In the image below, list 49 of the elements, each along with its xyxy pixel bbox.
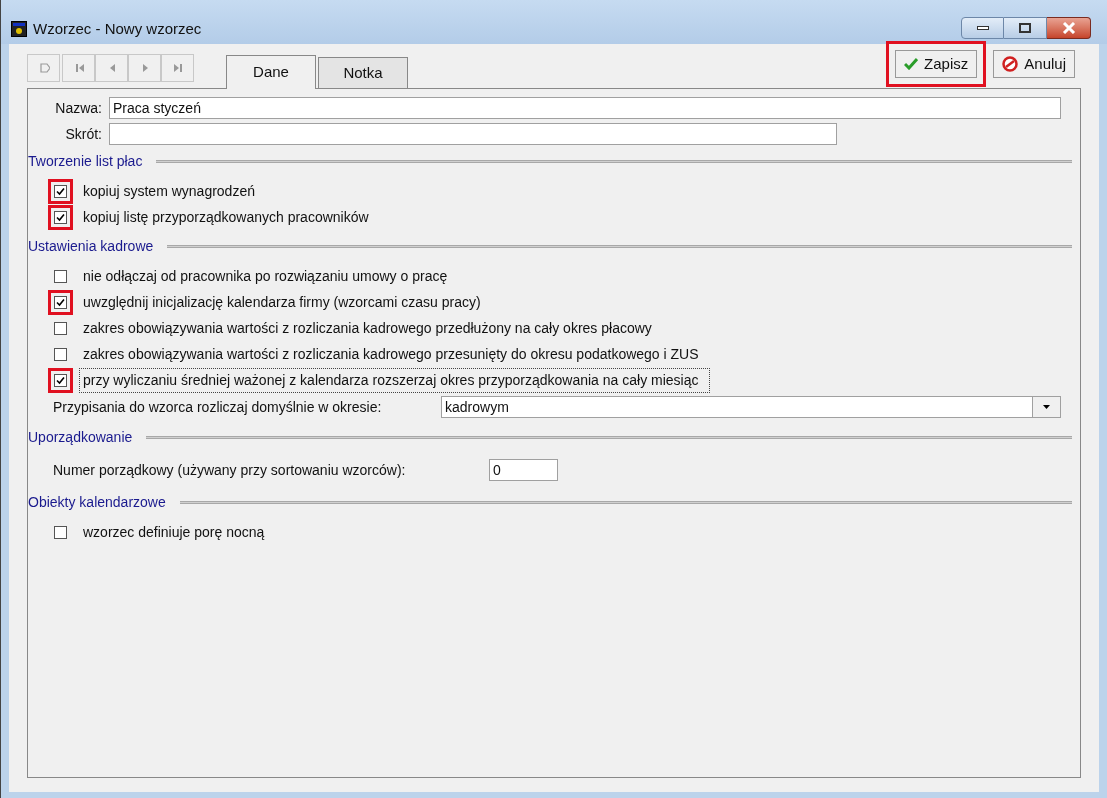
checkbox-label: zakres obowiązywania wartości z rozliczania kadrowego przedłużony na cały okres płacowy bbox=[82, 318, 653, 338]
checkbox-label: uwzględnij inicjalizację kalendarza firmy (wzorcami czasu pracy) bbox=[82, 292, 482, 312]
section-heading: Tworzenie list płac bbox=[28, 151, 143, 171]
section-heading: Ustawienia kadrowe bbox=[28, 236, 154, 256]
close-button[interactable] bbox=[1047, 17, 1091, 39]
checkbox[interactable] bbox=[54, 373, 67, 387]
checkbox[interactable] bbox=[54, 184, 67, 198]
period-dropdown[interactable]: kadrowym bbox=[441, 396, 1061, 418]
checkbox[interactable] bbox=[54, 295, 67, 309]
new-record-icon bbox=[37, 62, 50, 74]
checkbox[interactable] bbox=[54, 210, 67, 224]
checkbox-label: nie odłączaj od pracownika po rozwiązaniu umowy o pracę bbox=[82, 266, 449, 286]
tab[interactable]: Notka bbox=[318, 57, 408, 88]
text-field[interactable] bbox=[109, 123, 837, 145]
close-icon bbox=[1061, 22, 1076, 34]
field-label: Skrót: bbox=[64, 124, 102, 144]
checkbox[interactable] bbox=[54, 321, 67, 335]
check-icon bbox=[56, 375, 65, 385]
check-icon bbox=[904, 58, 919, 70]
field-label: Numer porządkowy (używany przy sortowaniu wzorców): bbox=[53, 460, 407, 480]
last-record-icon bbox=[171, 62, 184, 74]
section-heading: Uporządkowanie bbox=[28, 427, 133, 447]
checkbox[interactable] bbox=[54, 269, 67, 283]
checkbox-label: kopiuj system wynagrodzeń bbox=[82, 181, 256, 201]
checkbox-label: wzorzec definiuje porę nocną bbox=[82, 522, 266, 542]
section-heading: Obiekty kalendarzowe bbox=[28, 492, 166, 512]
maximize-icon bbox=[1019, 23, 1031, 33]
minimize-button[interactable] bbox=[961, 17, 1004, 39]
text-field[interactable]: Praca styczeń bbox=[109, 97, 1061, 119]
tab[interactable]: Dane bbox=[226, 55, 316, 89]
checkbox[interactable] bbox=[54, 525, 67, 539]
check-icon bbox=[56, 186, 65, 196]
checkbox-label: kopiuj listę przyporządkowanych pracowników bbox=[82, 207, 370, 227]
checkbox[interactable] bbox=[54, 347, 67, 361]
prohibited-icon bbox=[1002, 56, 1019, 72]
minimize-icon bbox=[976, 26, 989, 30]
checkbox-label: przy wyliczaniu średniej ważonej z kalendarza rozszerzaj okres przyporządkowania na cały miesiąc bbox=[79, 367, 710, 393]
maximize-button[interactable] bbox=[1004, 17, 1047, 39]
number-field[interactable]: 0 bbox=[489, 459, 558, 481]
cancel-button[interactable]: Anuluj bbox=[993, 50, 1075, 78]
check-icon bbox=[56, 212, 65, 222]
checkbox-label: zakres obowiązywania wartości z rozliczania kadrowego przesunięty do okresu podatkowego i ZUS bbox=[82, 344, 700, 364]
app-icon bbox=[11, 21, 27, 38]
field-label: Przypisania do wzorca rozliczaj domyślnie w okresie: bbox=[53, 397, 383, 417]
save-button[interactable]: Zapisz bbox=[895, 50, 978, 78]
caret-icon bbox=[1043, 405, 1050, 409]
check-icon bbox=[56, 297, 65, 307]
window-title: Wzorzec - Nowy wzorzec bbox=[33, 19, 202, 39]
field-label: Nazwa: bbox=[54, 98, 102, 118]
